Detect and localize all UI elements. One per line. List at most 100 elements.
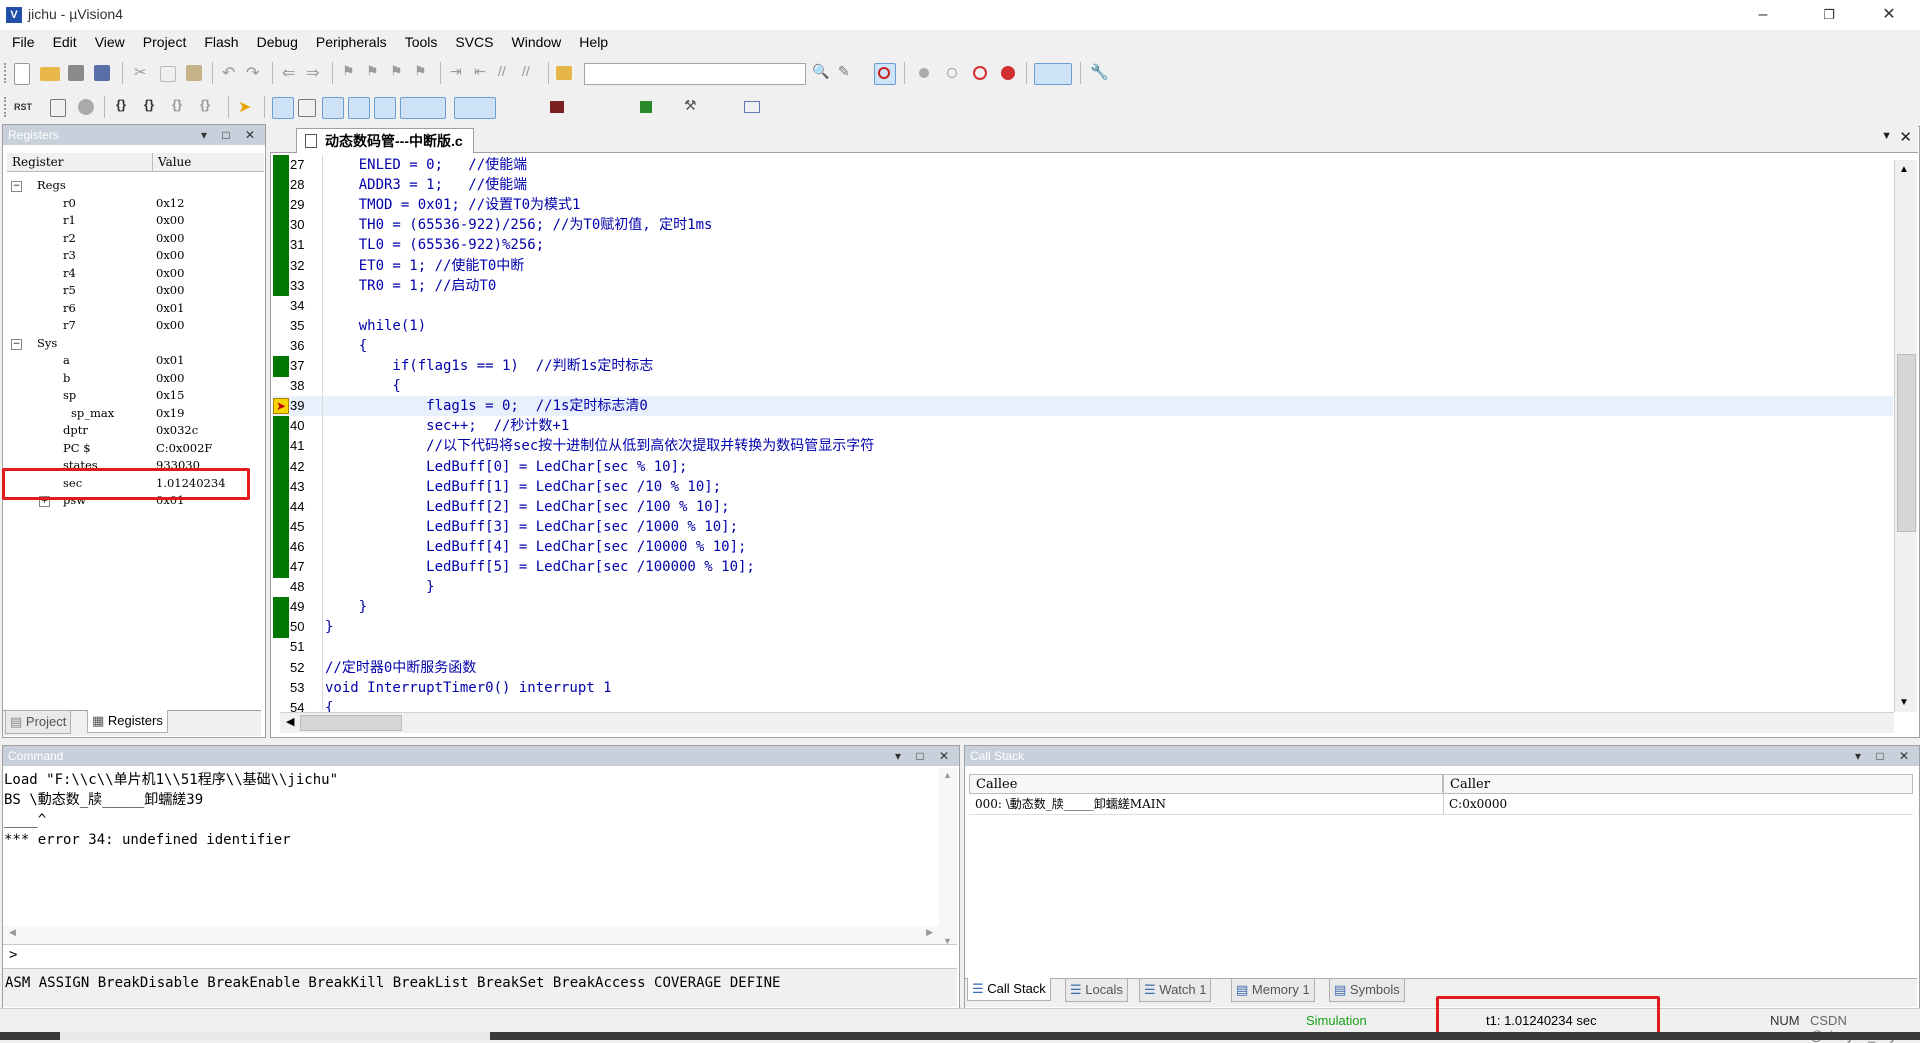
scroll-left-icon[interactable]: ◀ [286,715,294,728]
call-stack-window-icon[interactable] [374,97,396,119]
kill-breakpoints-icon[interactable] [998,63,1018,83]
col-value-header[interactable]: Value [152,153,264,172]
window-layout-icon[interactable] [1034,63,1072,85]
tree-group-sys[interactable]: − Sys [3,335,261,353]
show-next-statement-icon[interactable]: ➤ [238,97,258,117]
menu-file[interactable]: File [0,30,44,54]
enable-breakpoint-icon[interactable] [942,63,962,83]
paste-icon[interactable] [186,65,202,81]
code-line[interactable]: 39 flag1s = 0; //1s定时标志清0 [273,396,1893,417]
run-icon[interactable] [50,99,66,117]
register-row[interactable]: sp 0x15 [3,387,261,405]
restore-icon[interactable]: ❐ [1806,0,1852,30]
insert-breakpoint-icon[interactable] [914,63,934,83]
comment-icon[interactable]: // [498,63,518,83]
code-line[interactable]: 51 [273,637,1893,657]
register-row[interactable]: r4 0x00 [3,265,261,283]
close-editor-icon[interactable]: ✕ [1899,128,1912,146]
bookmark-clear-icon[interactable]: ⚑ [414,63,434,83]
hscroll-thumb[interactable] [300,715,402,731]
tab-registers[interactable]: ▦ Registers [87,710,168,733]
register-row[interactable]: r3 0x00 [3,247,261,265]
code-line[interactable]: 30 TH0 = (65536-922)/256; //为T0赋初值, 定时1m… [273,215,1893,235]
uncomment-icon[interactable]: // [522,63,542,83]
save-all-icon[interactable] [94,65,110,81]
scroll-up-icon[interactable]: ▲ [1899,164,1909,175]
editor-hscrollbar[interactable]: ◀ [280,712,1894,733]
register-row[interactable]: r6 0x01 [3,300,261,318]
code-line[interactable]: 38 { [273,376,1893,396]
step-over-icon[interactable]: {} [144,97,164,117]
command-panel-controls-icon[interactable]: ▾ □ ✕ [895,746,955,766]
find-combo[interactable] [584,63,806,85]
analysis-window-icon[interactable] [546,97,578,117]
menu-help[interactable]: Help [570,30,617,54]
register-row[interactable]: a 0x01 [3,352,261,370]
nav-back-icon[interactable]: ⇐ [282,63,302,83]
debug-restore-views-icon[interactable] [740,97,776,117]
tab-memory-1[interactable]: ▤ Memory 1 [1231,978,1315,1002]
bookmark-icon[interactable]: ⚑ [342,63,362,83]
code-line[interactable]: 35 while(1) [273,316,1893,336]
register-row[interactable]: PC $ C:0x002F [3,440,261,458]
copy-icon[interactable] [160,66,176,82]
bookmark-next-icon[interactable]: ⚑ [390,63,410,83]
col-caller-header[interactable]: Caller [1443,774,1913,794]
register-row[interactable]: r2 0x00 [3,230,261,248]
panel-controls-icon[interactable]: ▾ □ ✕ [201,125,261,145]
code-line[interactable]: 44 LedBuff[2] = LedChar[sec /100 % 10]; [273,497,1893,517]
incremental-find-icon[interactable]: ✎ [838,63,858,83]
register-row[interactable]: r5 0x00 [3,282,261,300]
menu-debug[interactable]: Debug [248,30,307,54]
code-line[interactable]: 33 TR0 = 1; //启动T0 [273,276,1893,296]
disable-breakpoints-icon[interactable] [970,63,990,83]
find-icon[interactable]: 🔍 [812,63,832,83]
registers-window-icon[interactable] [348,97,370,119]
nav-forward-icon[interactable]: ⇒ [306,63,326,83]
code-line[interactable]: 48 } [273,577,1893,597]
col-callee-header[interactable]: Callee [969,774,1443,794]
menu-peripherals[interactable]: Peripherals [307,30,396,54]
serial-window-icon[interactable] [504,97,534,117]
tab-symbols[interactable]: ▤ Symbols [1329,978,1405,1002]
code-line[interactable]: 46 LedBuff[4] = LedChar[sec /10000 % 10]… [273,537,1893,557]
code-line[interactable]: 29 TMOD = 0x01; //设置T0为模式1 [273,195,1893,215]
command-input-row[interactable]: > [3,944,957,969]
code-line[interactable]: 40 sec++; //秒计数+1 [273,416,1893,436]
tab-locals[interactable]: ☰ Locals [1065,978,1128,1002]
scroll-thumb[interactable] [1897,354,1916,532]
scroll-down-icon[interactable]: ▼ [1899,697,1909,708]
register-row[interactable]: r7 0x00 [3,317,261,335]
open-folder-icon[interactable] [40,67,60,81]
bookmark-prev-icon[interactable]: ⚑ [366,63,386,83]
call-stack-row[interactable]: 000: \動态数_牍_____卸蠕縒MAIN C:0x0000 [969,794,1913,815]
menu-svcs[interactable]: SVCS [446,30,502,54]
code-line[interactable]: 43 LedBuff[1] = LedChar[sec /10 % 10]; [273,477,1893,497]
close-icon[interactable]: ✕ [1866,0,1912,30]
command-hscrollbar[interactable]: ◀ ▶ [3,926,939,944]
menu-tools[interactable]: Tools [396,30,447,54]
step-into-icon[interactable]: {} [116,97,136,117]
menu-window[interactable]: Window [503,30,571,54]
code-line[interactable]: 47 LedBuff[5] = LedChar[sec /100000 % 10… [273,557,1893,577]
code-line[interactable]: 50} [273,617,1893,637]
trace-window-icon[interactable] [590,97,622,117]
col-register-header[interactable]: Register [7,153,152,172]
configure-icon[interactable]: 🔧 [1090,63,1110,83]
tab-project[interactable]: ▤ Project [5,710,72,734]
code-line[interactable]: 34 [273,296,1893,316]
reset-icon[interactable]: RST [14,97,34,117]
editor-vscrollbar[interactable]: ▲ ▼ [1894,160,1917,712]
code-line[interactable]: 42 LedBuff[0] = LedChar[sec % 10]; [273,457,1893,477]
system-viewer-icon[interactable] [636,97,668,117]
save-icon[interactable] [68,65,84,81]
code-line[interactable]: 36 { [273,336,1893,356]
redo-icon[interactable]: ↷ [246,63,266,83]
tab-call-stack[interactable]: ☰ Call Stack [967,978,1051,1001]
tab-watch-1[interactable]: ☰ Watch 1 [1139,978,1212,1002]
run-to-cursor-icon[interactable]: {} [200,97,220,117]
code-line[interactable]: 28 ADDR3 = 1; //使能端 [273,175,1893,195]
find-in-files-icon[interactable] [556,66,572,80]
tree-group-regs[interactable]: − Regs [3,177,261,195]
toolbox-icon[interactable]: ⚒ [684,97,720,117]
